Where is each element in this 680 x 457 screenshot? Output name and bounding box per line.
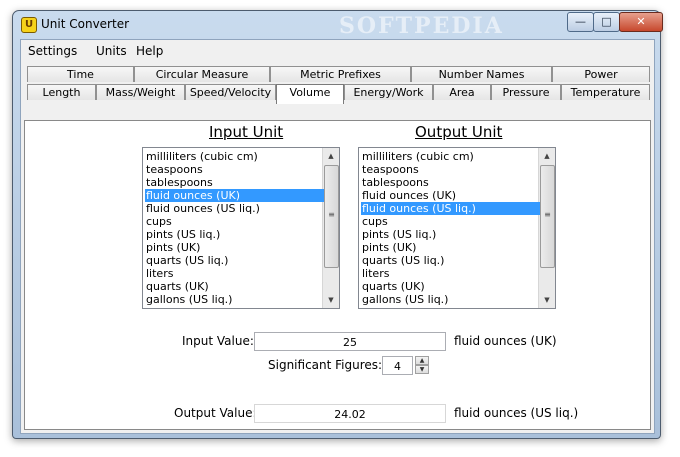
list-item[interactable]: pints (US liq.) [361, 228, 540, 241]
list-item[interactable]: fluid ounces (UK) [361, 189, 540, 202]
sig-fig-field[interactable]: 4 [382, 356, 413, 375]
list-item[interactable]: fluid ounces (US liq.) [145, 202, 324, 215]
app-window: U Unit Converter SOFTPEDIA — □ ✕ Setting… [12, 10, 663, 439]
list-item[interactable]: cups [145, 215, 324, 228]
list-item[interactable]: tablespoons [145, 176, 324, 189]
scroll-up-arrow-icon[interactable]: ▲ [323, 148, 339, 164]
list-item[interactable]: pints (UK) [145, 241, 324, 254]
scroll-thumb[interactable]: ≡ [324, 165, 339, 268]
list-item[interactable]: tablespoons [361, 176, 540, 189]
output-value-field[interactable]: 24.02 [254, 404, 446, 423]
tab-power[interactable]: Power [552, 66, 650, 82]
sig-fig-label: Significant Figures: [268, 358, 383, 372]
sig-fig-stepper[interactable]: ▲ ▼ [415, 356, 429, 375]
tab-volume[interactable]: Volume [276, 84, 344, 104]
close-button[interactable]: ✕ [619, 12, 663, 32]
tab-mass-weight[interactable]: Mass/Weight [96, 84, 185, 100]
list-item[interactable]: milliliters (cubic cm) [361, 150, 540, 163]
window-title: Unit Converter [41, 17, 130, 31]
tab-length[interactable]: Length [27, 84, 96, 100]
list-item[interactable]: fluid ounces (UK) [145, 189, 324, 202]
list-item[interactable]: pints (UK) [361, 241, 540, 254]
output-unit-display: fluid ounces (US liq.) [454, 406, 579, 420]
tab-speed-velocity[interactable]: Speed/Velocity [185, 84, 276, 100]
tab-number-names[interactable]: Number Names [411, 66, 552, 82]
list-item[interactable]: pints (US liq.) [145, 228, 324, 241]
list-item[interactable]: teaspoons [361, 163, 540, 176]
menu-settings[interactable]: Settings [28, 44, 77, 58]
input-value-label: Input Value: [182, 334, 254, 348]
output-list-scrollbar[interactable]: ▲ ≡ ▼ [538, 148, 555, 308]
tab-area[interactable]: Area [433, 84, 491, 100]
output-unit-header: Output Unit [415, 123, 503, 141]
title-bar[interactable]: U Unit Converter SOFTPEDIA — □ ✕ [13, 11, 663, 39]
output-value-label: Output Value: [174, 406, 257, 420]
tab-energy-work[interactable]: Energy/Work [344, 84, 433, 100]
menu-help[interactable]: Help [136, 44, 163, 58]
stepper-down-icon[interactable]: ▼ [415, 365, 429, 374]
list-item[interactable]: milliliters (cubic cm) [145, 150, 324, 163]
output-unit-list[interactable]: ▲ ≡ ▼ milliliters (cubic cm) teaspoons tab… [358, 147, 556, 309]
input-unit-header: Input Unit [209, 123, 284, 141]
watermark: SOFTPEDIA [339, 13, 504, 39]
scroll-thumb[interactable]: ≡ [540, 165, 555, 268]
list-item[interactable]: cups [361, 215, 540, 228]
menu-bar: Settings Units Help [21, 40, 654, 62]
list-item[interactable]: gallons (US liq.) [145, 293, 324, 306]
list-item[interactable]: liters [145, 267, 324, 280]
list-item[interactable]: quarts (UK) [145, 280, 324, 293]
list-item[interactable]: fluid ounces (US liq.) [361, 202, 540, 215]
input-unit-list[interactable]: ▲ ≡ ▼ milliliters (cubic cm) teaspoons tab… [142, 147, 340, 309]
scroll-down-arrow-icon[interactable]: ▼ [539, 292, 555, 308]
stepper-up-icon[interactable]: ▲ [415, 356, 429, 365]
list-item[interactable]: quarts (UK) [361, 280, 540, 293]
tab-temperature[interactable]: Temperature [561, 84, 650, 100]
input-value-field[interactable]: 25 [254, 332, 446, 351]
list-item[interactable]: quarts (US liq.) [145, 254, 324, 267]
list-item[interactable]: gallons (US liq.) [361, 293, 540, 306]
volume-panel: Input Unit Output Unit ▲ ≡ ▼ milliliters… [24, 120, 651, 430]
menu-units[interactable]: Units [96, 44, 127, 58]
list-item[interactable]: teaspoons [145, 163, 324, 176]
tab-metric-prefixes[interactable]: Metric Prefixes [270, 66, 411, 82]
tab-time[interactable]: Time [27, 66, 134, 82]
input-list-scrollbar[interactable]: ▲ ≡ ▼ [322, 148, 339, 308]
tab-circular-measure[interactable]: Circular Measure [134, 66, 270, 82]
list-item[interactable]: quarts (US liq.) [361, 254, 540, 267]
tab-pressure[interactable]: Pressure [491, 84, 561, 100]
list-item[interactable]: liters [361, 267, 540, 280]
scroll-down-arrow-icon[interactable]: ▼ [323, 292, 339, 308]
input-unit-display: fluid ounces (UK) [454, 334, 557, 348]
scroll-up-arrow-icon[interactable]: ▲ [539, 148, 555, 164]
app-icon: U [21, 17, 37, 33]
minimize-button[interactable]: — [567, 12, 594, 32]
maximize-button[interactable]: □ [593, 12, 620, 32]
client-area: Settings Units Help Time Circular Measur… [20, 39, 655, 434]
